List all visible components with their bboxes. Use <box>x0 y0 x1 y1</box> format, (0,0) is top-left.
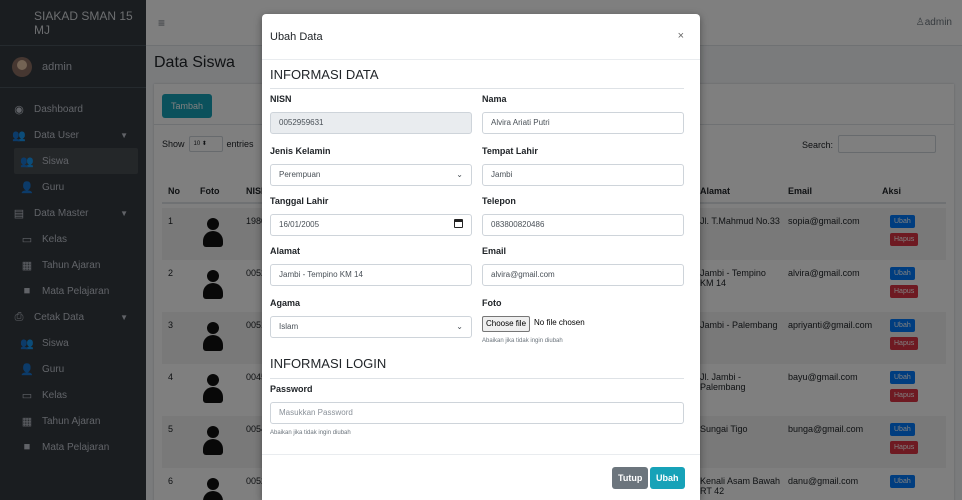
calendar-icon[interactable] <box>454 219 463 228</box>
modal-title: Ubah Data <box>270 30 323 43</box>
chevron-down-icon: ⌄ <box>456 170 463 179</box>
foto-label: Foto <box>482 298 502 308</box>
agama-select[interactable]: Islam ⌄ <box>270 316 472 338</box>
modal-footer: Tutup Ubah <box>262 454 700 500</box>
chevron-down-icon: ⌄ <box>456 322 463 331</box>
close-button[interactable]: Tutup <box>612 467 649 489</box>
divider <box>270 378 684 379</box>
alamat-field[interactable]: Jambi - Tempino KM 14 <box>270 264 472 286</box>
email-label: Email <box>482 246 507 256</box>
password-label: Password <box>270 384 313 394</box>
password-hint: Abaikan jika tidak ingin diubah <box>270 430 351 436</box>
save-button[interactable]: Ubah <box>650 467 685 489</box>
jenis-kelamin-select[interactable]: Perempuan ⌄ <box>270 164 472 186</box>
telepon-label: Telepon <box>482 196 516 206</box>
jenis-kelamin-label: Jenis Kelamin <box>270 146 331 156</box>
nisn-field[interactable]: 0052959631 <box>270 112 472 134</box>
email-field[interactable]: alvira@gmail.com <box>482 264 684 286</box>
choose-file-button[interactable]: Choose file <box>482 316 531 332</box>
section-title-login: INFORMASI LOGIN <box>270 356 387 371</box>
foto-hint: Abaikan jika tidak ingin diubah <box>482 338 563 344</box>
nama-label: Nama <box>482 94 507 104</box>
tempat-lahir-label: Tempat Lahir <box>482 146 538 156</box>
tanggal-lahir-field[interactable]: 16/01/2005 <box>270 214 472 236</box>
agama-label: Agama <box>270 298 301 308</box>
close-icon[interactable]: × <box>678 30 684 42</box>
password-field[interactable]: Masukkan Password <box>270 402 684 424</box>
divider <box>270 88 684 89</box>
tanggal-lahir-label: Tanggal Lahir <box>270 196 329 206</box>
nisn-label: NISN <box>270 94 292 104</box>
section-title-data: INFORMASI DATA <box>270 67 379 82</box>
modal-header: Ubah Data <box>262 14 700 60</box>
tempat-lahir-field[interactable]: Jambi <box>482 164 684 186</box>
edit-modal: Ubah Data × INFORMASI DATA NISN 00529596… <box>262 14 700 500</box>
nama-field[interactable]: Alvira Ariati Putri <box>482 112 684 134</box>
alamat-label: Alamat <box>270 246 301 256</box>
file-status: No file chosen <box>534 318 585 327</box>
telepon-field[interactable]: 083800820486 <box>482 214 684 236</box>
